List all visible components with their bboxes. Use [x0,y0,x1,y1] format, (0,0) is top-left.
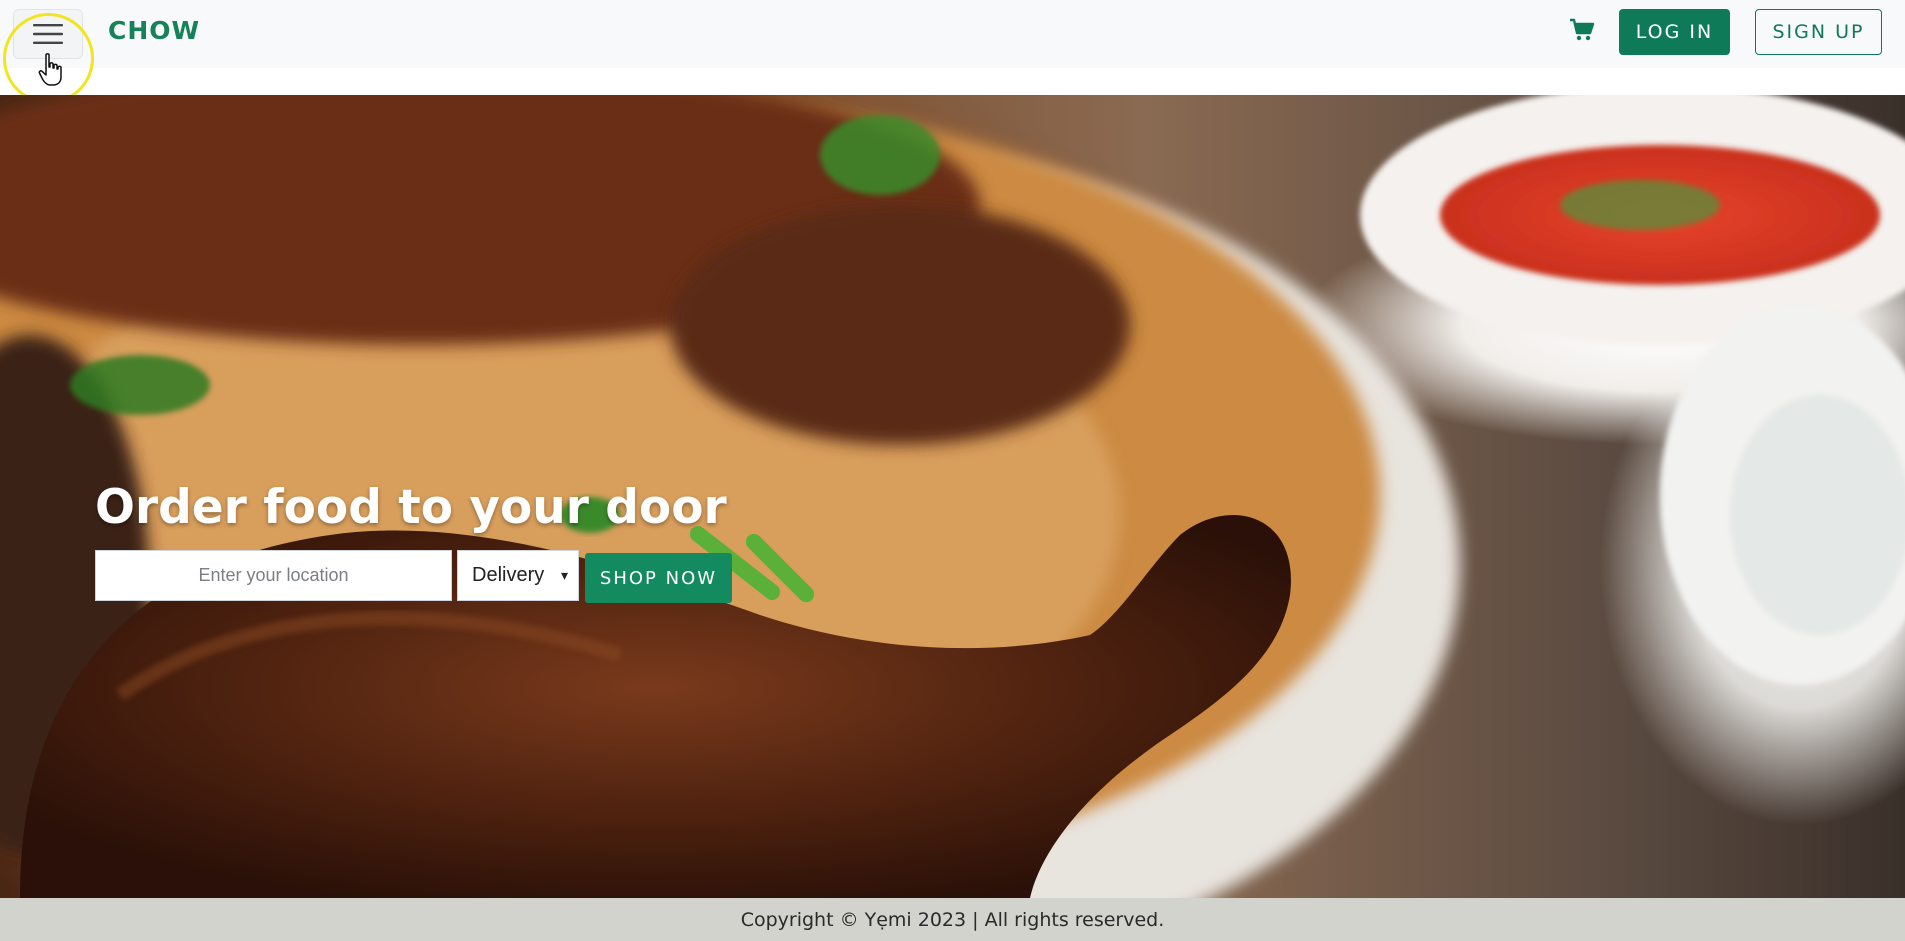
copyright-text: Copyright © Yẹmi 2023 | All rights reser… [740,908,1165,931]
site-footer: Copyright © Yẹmi 2023 | All rights reser… [0,898,1905,941]
hamburger-menu-icon [33,24,63,44]
hero-banner: Order food to your door Delivery ▾ SHOP … [0,95,1905,898]
delivery-method-select[interactable]: Delivery ▾ [457,550,579,601]
signup-button[interactable]: SIGN UP [1755,9,1882,55]
hero-title: Order food to your door [95,480,727,535]
shopping-cart-icon[interactable] [1569,18,1595,42]
chevron-down-icon: ▾ [560,567,568,583]
delivery-selected-label: Delivery [472,564,545,586]
menu-toggle-button[interactable] [13,9,83,59]
shop-now-button[interactable]: SHOP NOW [585,553,732,603]
login-button[interactable]: LOG IN [1619,9,1730,55]
site-header: CHOW LOG IN SIGN UP [0,0,1905,104]
location-input[interactable] [95,550,452,601]
brand-logo[interactable]: CHOW [108,16,200,45]
